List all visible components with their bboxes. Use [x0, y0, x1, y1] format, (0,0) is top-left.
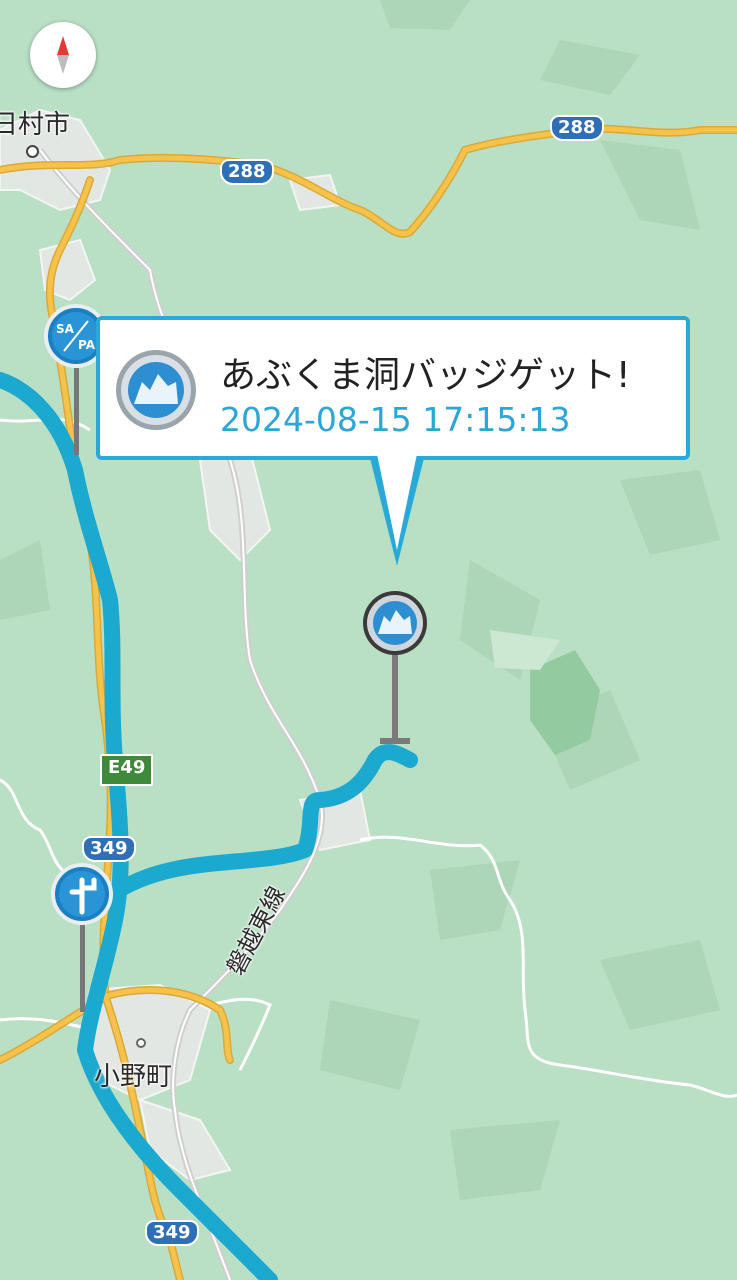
- place-label-tamura: 日村市: [0, 110, 71, 140]
- city-dot-icon: [26, 145, 39, 158]
- svg-text:PA: PA: [78, 338, 96, 352]
- town-dot-icon: [136, 1038, 146, 1048]
- callout-timestamp: 2024-08-15 17:15:13: [220, 400, 571, 439]
- callout-badge-icon: [114, 348, 198, 436]
- junction-marker[interactable]: [50, 862, 116, 1018]
- expressway-shield-e49: E49: [100, 754, 154, 786]
- badge-callout[interactable]: あぶくま洞バッジゲット! 2024-08-15 17:15:13: [96, 316, 690, 460]
- sa-pa-icon: SA: [56, 322, 75, 336]
- route-shield-349-north: 349: [82, 836, 136, 862]
- callout-pointer: [370, 454, 424, 566]
- place-label-ono: 小野町: [94, 1062, 173, 1092]
- compass-button[interactable]: [30, 22, 96, 88]
- route-shield-288-west: 288: [220, 159, 274, 185]
- route-shield-349-south: 349: [145, 1220, 199, 1246]
- route-shield-288-east: 288: [550, 115, 604, 141]
- badge-marker[interactable]: [360, 590, 430, 754]
- callout-title: あぶくま洞バッジゲット!: [220, 355, 631, 396]
- compass-north-icon: [57, 36, 69, 74]
